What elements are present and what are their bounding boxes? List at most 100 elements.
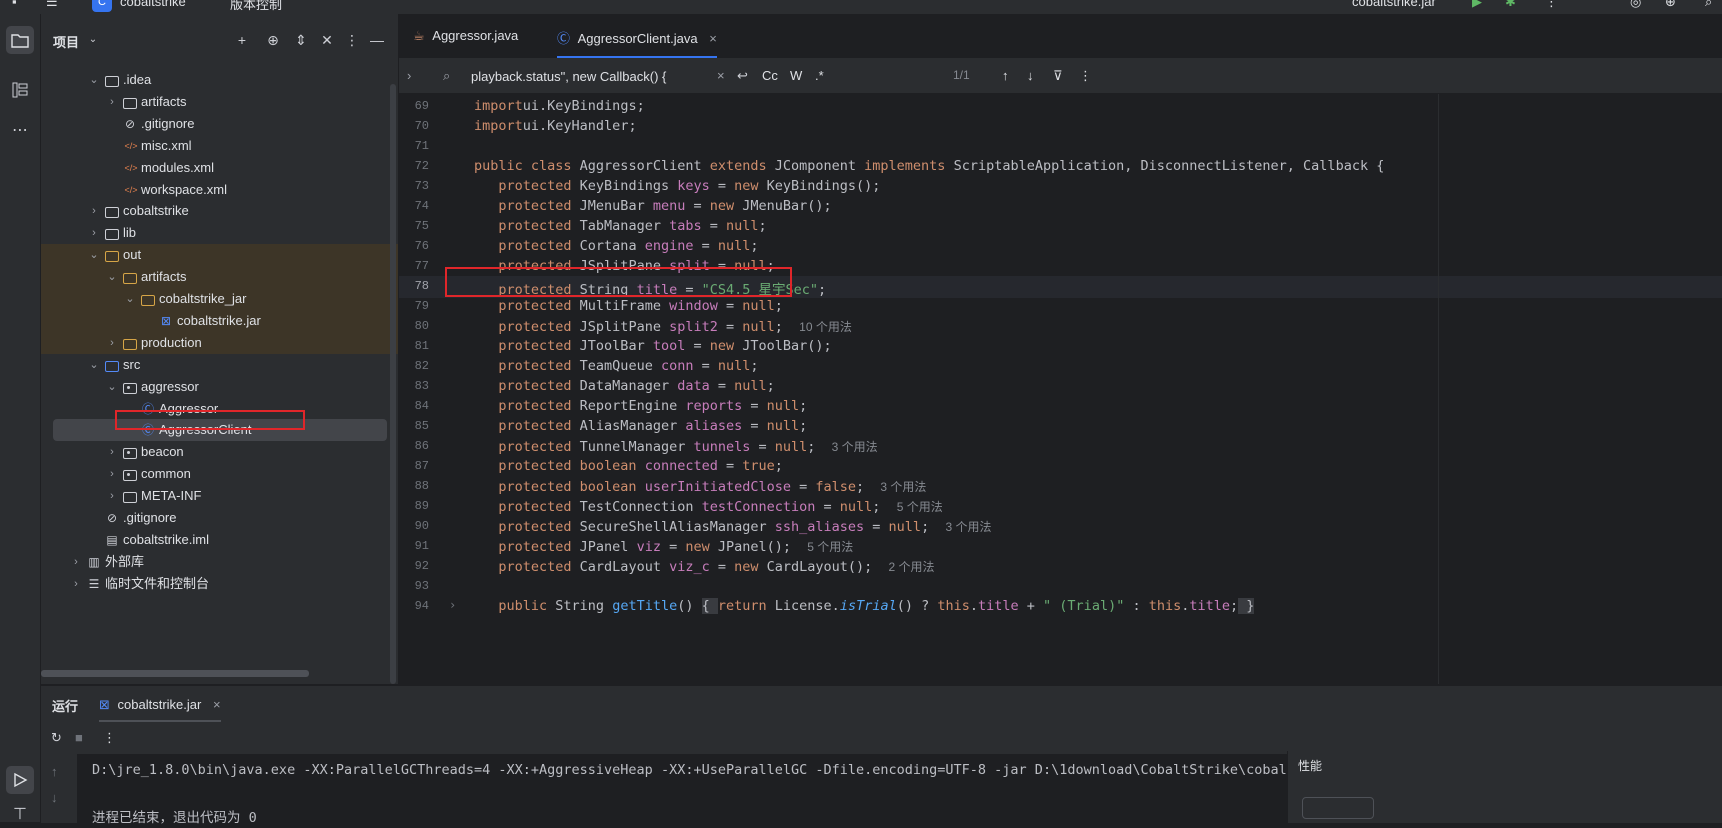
tree-item[interactable]: › beacon bbox=[41, 441, 398, 463]
chevron-right-icon[interactable]: › bbox=[87, 200, 101, 222]
line-number: 93 bbox=[414, 579, 429, 593]
fold-icon[interactable]: › bbox=[449, 598, 456, 612]
more-tools-icon[interactable]: ⋯ bbox=[6, 116, 34, 144]
console-output[interactable]: D:\jre_1.8.0\bin\java.exe -XX:ParallelGC… bbox=[77, 754, 1322, 826]
chevron-right-icon[interactable]: › bbox=[105, 441, 119, 463]
run-tab-cobaltstrike-jar[interactable]: ⊠ cobaltstrike.jar × bbox=[99, 690, 221, 722]
tree-item[interactable]: › ☰ 临时文件和控制台 bbox=[41, 573, 398, 595]
tree-item[interactable]: › ▥ 外部库 bbox=[41, 551, 398, 573]
tree-item[interactable]: › production bbox=[41, 331, 398, 354]
collapse-all-icon[interactable]: ✕ bbox=[319, 32, 335, 48]
tab-aggressorclient-java[interactable]: Ⓒ AggressorClient.java × bbox=[557, 28, 717, 58]
run-config-selector[interactable]: cobaltstrike.jar bbox=[1352, 0, 1436, 9]
more-options-icon[interactable]: ⋮ bbox=[103, 730, 116, 746]
tree-item[interactable]: › lib bbox=[41, 222, 398, 244]
next-match-icon[interactable]: ↓ bbox=[1027, 68, 1034, 83]
add-icon[interactable]: + bbox=[234, 32, 250, 48]
filter-icon[interactable]: ⊽ bbox=[1053, 68, 1063, 84]
rerun-icon[interactable]: ↻ bbox=[51, 730, 62, 746]
project-panel-title[interactable]: 项目 bbox=[53, 32, 79, 51]
search-icon[interactable]: ⌕ bbox=[443, 68, 450, 84]
search-icon[interactable]: ⌕ bbox=[1705, 0, 1712, 10]
previous-match-icon[interactable]: ↑ bbox=[1002, 68, 1009, 83]
ai-assistant-icon[interactable]: ◎ bbox=[1630, 0, 1641, 10]
code-line: public class AggressorClient extends JCo… bbox=[474, 158, 1385, 174]
tree-item[interactable]: ⊠ cobaltstrike.jar bbox=[41, 309, 398, 332]
locate-icon[interactable]: ⊕ bbox=[265, 32, 281, 48]
tree-item[interactable]: ⊘ .gitignore bbox=[41, 507, 398, 529]
more-icon[interactable]: ⋮ bbox=[1545, 0, 1558, 10]
tree-item[interactable]: ⌄ artifacts bbox=[41, 266, 398, 289]
chevron-right-icon[interactable]: › bbox=[105, 332, 119, 354]
chevron-right-icon[interactable]: › bbox=[105, 463, 119, 485]
run-tool-button[interactable] bbox=[6, 766, 34, 794]
chevron-down-icon[interactable]: ⌄ bbox=[105, 266, 119, 288]
chevron-down-icon[interactable]: ⌄ bbox=[87, 244, 101, 266]
project-tool-button[interactable] bbox=[6, 26, 34, 54]
tree-item-label: artifacts bbox=[141, 269, 187, 285]
chevron-right-icon[interactable]: › bbox=[87, 222, 101, 244]
tree-item[interactable]: ⌄ aggressor bbox=[41, 376, 398, 398]
hide-panel-icon[interactable]: — bbox=[369, 32, 385, 48]
tree-item[interactable]: ⌄ .idea bbox=[41, 69, 398, 91]
code-line: protected boolean userInitiatedClose = f… bbox=[474, 479, 927, 495]
more-options-icon[interactable]: ⋮ bbox=[1079, 68, 1092, 84]
folder-icon bbox=[105, 229, 119, 241]
tree-item[interactable]: ⌄ cobaltstrike_jar bbox=[41, 288, 398, 310]
scroll-up-icon[interactable]: ↑ bbox=[51, 764, 58, 779]
new-line-icon[interactable]: ↩ bbox=[737, 68, 748, 84]
tree-horizontal-scrollbar[interactable] bbox=[41, 670, 309, 677]
build-tool-icon[interactable]: ⊤ bbox=[6, 800, 34, 828]
console-line: D:\jre_1.8.0\bin\java.exe -XX:ParallelGC… bbox=[92, 762, 1312, 778]
tree-item[interactable]: ⌄ src bbox=[41, 354, 398, 376]
app-menu-icon[interactable]: ▪ bbox=[12, 0, 17, 9]
expand-all-icon[interactable]: ⇕ bbox=[293, 32, 309, 48]
close-icon[interactable]: × bbox=[213, 697, 221, 712]
chevron-right-icon[interactable]: › bbox=[69, 551, 83, 573]
close-icon[interactable]: × bbox=[709, 31, 717, 46]
tree-item[interactable]: ⊘ .gitignore bbox=[41, 113, 398, 135]
options-icon[interactable]: ⋮ bbox=[344, 32, 360, 48]
regex-button[interactable]: .* bbox=[815, 68, 824, 83]
search-input[interactable] bbox=[469, 65, 713, 87]
whole-words-button[interactable]: W bbox=[790, 68, 802, 83]
tree-item[interactable]: </> workspace.xml bbox=[41, 179, 398, 201]
tree-item[interactable]: ▤ cobaltstrike.iml bbox=[41, 529, 398, 551]
debug-icon[interactable]: ✱ bbox=[1505, 0, 1516, 10]
tree-item[interactable]: › META-INF bbox=[41, 485, 398, 507]
stop-icon[interactable]: ■ bbox=[75, 730, 83, 745]
vcs-menu[interactable]: 版本控制 bbox=[230, 0, 282, 13]
chevron-down-icon[interactable]: ⌄ bbox=[87, 354, 101, 376]
tree-item-label: artifacts bbox=[141, 93, 187, 109]
scroll-down-icon[interactable]: ↓ bbox=[51, 790, 58, 805]
chevron-right-icon[interactable]: › bbox=[105, 91, 119, 113]
project-badge[interactable]: C bbox=[92, 0, 112, 12]
chevron-down-icon[interactable]: ⌄ bbox=[105, 376, 119, 398]
main-menu-icon[interactable]: ☰ bbox=[46, 0, 58, 10]
tree-item[interactable]: › cobaltstrike bbox=[41, 200, 398, 222]
library-icon: ▥ bbox=[88, 554, 100, 569]
clear-search-icon[interactable]: × bbox=[717, 68, 725, 83]
chevron-down-icon[interactable]: ⌄ bbox=[123, 288, 137, 310]
tree-item[interactable]: </> modules.xml bbox=[41, 157, 398, 179]
tree-item[interactable]: </> misc.xml bbox=[41, 135, 398, 157]
tree-vertical-scrollbar[interactable] bbox=[390, 84, 396, 684]
tree-item[interactable]: ⌄ out bbox=[41, 244, 398, 267]
code-view[interactable]: 69 importui.KeyBindings; 70 importui.KeyHan… bbox=[399, 94, 1722, 684]
add-user-icon[interactable]: ⊕ bbox=[1665, 0, 1676, 10]
chevron-right-icon[interactable]: › bbox=[69, 573, 83, 595]
chevron-down-icon[interactable]: ⌄ bbox=[87, 69, 101, 91]
run-icon[interactable]: ▶ bbox=[1472, 0, 1482, 10]
tree-item[interactable]: › artifacts bbox=[41, 91, 398, 113]
package-icon bbox=[123, 448, 137, 460]
chevron-right-icon[interactable]: › bbox=[407, 68, 411, 83]
project-name[interactable]: cobaltstrike bbox=[120, 0, 186, 9]
chevron-down-icon[interactable]: ⌄ bbox=[85, 32, 101, 48]
tree-item[interactable]: › common bbox=[41, 463, 398, 485]
match-case-button[interactable]: Cc bbox=[762, 68, 778, 83]
tab-aggressor-java[interactable]: ☕ Aggressor.java bbox=[413, 28, 518, 56]
chevron-right-icon[interactable]: › bbox=[105, 485, 119, 507]
structure-tool-button[interactable] bbox=[6, 76, 34, 104]
performance-button[interactable] bbox=[1302, 797, 1374, 819]
run-tab-label: cobaltstrike.jar bbox=[117, 697, 202, 712]
